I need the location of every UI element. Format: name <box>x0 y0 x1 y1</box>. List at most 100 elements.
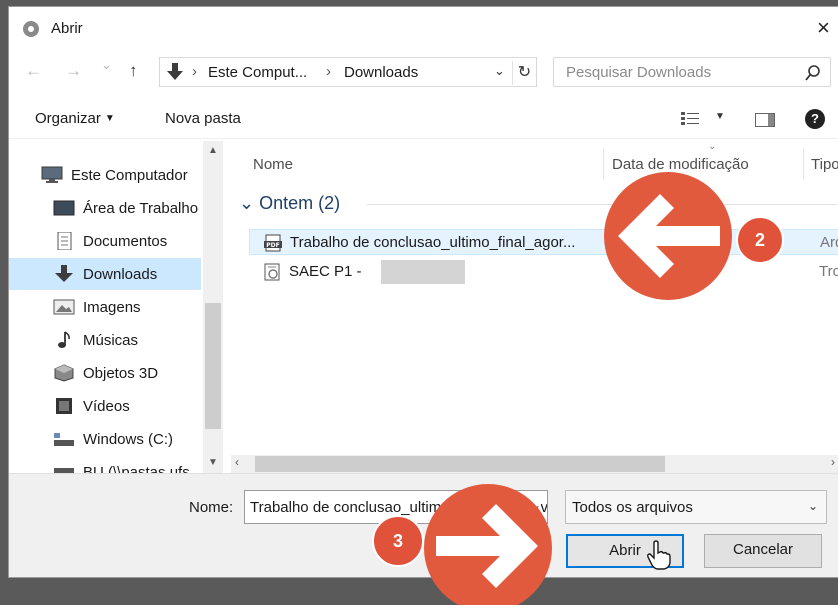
videos-icon <box>56 398 72 414</box>
sidebar-item-label: Objetos 3D <box>83 365 159 382</box>
scroll-up-icon[interactable]: ▲ <box>208 145 218 156</box>
certificate-file-icon <box>264 263 280 281</box>
sidebar-item-bu-network[interactable]: BU (\\pastas.ufs <box>9 456 201 473</box>
sidebar-item-area-de-trabalho[interactable]: Área de Trabalho <box>9 192 201 224</box>
svg-text:PDF: PDF <box>266 242 279 249</box>
network-drive-icon <box>54 468 74 473</box>
column-divider[interactable] <box>803 149 804 179</box>
back-arrow-icon[interactable]: ← <box>25 61 42 81</box>
sidebar-item-imagens[interactable]: Imagens <box>9 291 201 323</box>
annotation-arrow-right <box>424 484 552 605</box>
group-header-ontem[interactable]: ⌄ Ontem (2) <box>239 193 340 214</box>
file-type: Arqu <box>820 234 838 251</box>
preview-pane-icon[interactable] <box>755 113 775 127</box>
music-icon <box>58 331 70 348</box>
column-header-name[interactable]: Nome <box>253 141 293 179</box>
breadcrumb-separator: › <box>192 63 197 80</box>
images-icon <box>53 299 75 315</box>
step-badge-3: 3 <box>372 515 424 567</box>
chevron-down-icon[interactable]: ⌄ <box>494 63 505 79</box>
organize-label: Organizar <box>35 110 101 127</box>
dialog-footer: Nome: Trabalho de conclusao_ultimo_final… <box>9 473 838 577</box>
view-options-icon[interactable] <box>681 111 699 127</box>
file-name: Trabalho de conclusao_ultimo_final_agor.… <box>290 234 576 251</box>
chevron-down-icon: ⌄ <box>239 193 255 213</box>
caret-down-icon: ▼ <box>104 113 115 124</box>
search-icon <box>805 65 820 81</box>
file-row-saec[interactable]: SAEC P1 - Troc <box>249 259 838 285</box>
scroll-down-icon[interactable]: ▼ <box>208 457 218 468</box>
sidebar-item-downloads[interactable]: Downloads <box>9 258 201 290</box>
chrome-icon <box>23 21 39 37</box>
scroll-left-icon[interactable]: ‹ <box>235 455 239 469</box>
close-icon[interactable]: × <box>817 15 830 41</box>
sidebar-item-objetos-3d[interactable]: Objetos 3D <box>9 357 201 389</box>
new-folder-button[interactable]: Nova pasta <box>165 110 241 127</box>
column-divider[interactable] <box>603 149 604 179</box>
recent-locations-icon[interactable]: ⌄ <box>101 57 112 73</box>
search-box[interactable]: Pesquisar Downloads <box>553 57 831 87</box>
download-arrow-icon <box>167 63 183 80</box>
help-icon[interactable]: ? <box>805 109 825 129</box>
sidebar-scrollbar[interactable]: ▲ ▼ <box>203 141 223 473</box>
sidebar-item-videos[interactable]: Vídeos <box>9 390 201 422</box>
search-input[interactable]: Pesquisar Downloads <box>566 64 711 81</box>
sidebar-item-label: Downloads <box>83 266 158 283</box>
breadcrumb-separator: › <box>326 63 331 80</box>
open-file-dialog: Abrir × ← → ⌄ ↑ › Este Comput... › Downl… <box>8 6 838 578</box>
file-list: ⌄ Nome Data de modificação Tipo ⌄ Ontem … <box>231 141 838 473</box>
file-type-filter[interactable]: Todos os arquivos ⌄ <box>565 490 827 524</box>
dialog-title: Abrir <box>51 20 83 37</box>
sidebar-item-label: Imagens <box>83 299 141 316</box>
navigation-pane: Este Computador Área de Trabalho Documen… <box>9 141 223 473</box>
sidebar-item-musicas[interactable]: Músicas <box>9 324 201 356</box>
refresh-icon[interactable]: ↻ <box>512 61 536 85</box>
caret-down-icon[interactable]: ▼ <box>715 111 725 122</box>
desktop-icon <box>53 200 75 216</box>
sidebar-scroll-thumb[interactable] <box>205 303 221 429</box>
breadcrumb-downloads[interactable]: Downloads <box>344 64 418 81</box>
horizontal-scroll-thumb[interactable] <box>255 456 665 472</box>
chevron-down-icon: ⌄ <box>807 499 818 513</box>
objects-3d-icon <box>54 364 74 382</box>
sidebar-item-label: Área de Trabalho <box>83 200 199 217</box>
documents-icon <box>57 232 72 250</box>
title-bar: Abrir × <box>9 7 838 49</box>
forward-arrow-icon[interactable]: → <box>65 61 82 81</box>
annotation-arrow-left <box>604 172 732 300</box>
sidebar-item-label: BU (\\pastas.ufs <box>83 464 190 473</box>
sidebar-item-label: Este Computador <box>71 167 188 184</box>
command-toolbar: Organizar ▼ Nova pasta ▼ ? <box>9 99 838 139</box>
breadcrumb-este-computador[interactable]: Este Comput... <box>208 64 307 81</box>
hand-cursor-icon <box>647 540 671 570</box>
sidebar-item-label: Músicas <box>83 332 139 349</box>
arrow-left-icon <box>618 194 720 278</box>
file-name: SAEC P1 - <box>289 263 362 280</box>
file-type: Troc <box>819 263 838 280</box>
step-badge-2: 2 <box>736 216 784 264</box>
redacted-region <box>381 260 465 284</box>
address-bar[interactable]: › Este Comput... › Downloads ⌄ ↻ <box>159 57 537 87</box>
sidebar-item-este-computador[interactable]: Este Computador <box>9 159 201 191</box>
horizontal-scrollbar[interactable]: ‹ › <box>231 455 838 473</box>
scroll-right-icon[interactable]: › <box>831 455 835 469</box>
sidebar-item-documentos[interactable]: Documentos <box>9 225 201 257</box>
sidebar-item-windows-c[interactable]: Windows (C:) <box>9 423 201 455</box>
sidebar-item-label: Documentos <box>83 233 168 250</box>
cancel-button[interactable]: Cancelar <box>704 534 822 568</box>
file-type-filter-value: Todos os arquivos <box>572 499 693 516</box>
drive-icon <box>54 433 74 446</box>
sidebar-item-label: Windows (C:) <box>83 431 174 448</box>
file-name-label: Nome: <box>189 499 234 516</box>
sidebar-item-label: Vídeos <box>83 398 130 415</box>
organize-button[interactable]: Organizar ▼ <box>35 110 115 127</box>
pdf-file-icon: PDF <box>264 234 282 252</box>
column-header-type[interactable]: Tipo <box>811 141 838 179</box>
group-divider <box>367 204 837 205</box>
up-arrow-icon[interactable]: ↑ <box>129 61 138 81</box>
navigation-bar: ← → ⌄ ↑ › Este Comput... › Downloads ⌄ ↻… <box>9 55 838 91</box>
arrow-right-icon <box>436 504 538 588</box>
group-label: Ontem (2) <box>259 193 341 213</box>
computer-icon <box>41 166 63 183</box>
downloads-icon <box>55 265 73 282</box>
